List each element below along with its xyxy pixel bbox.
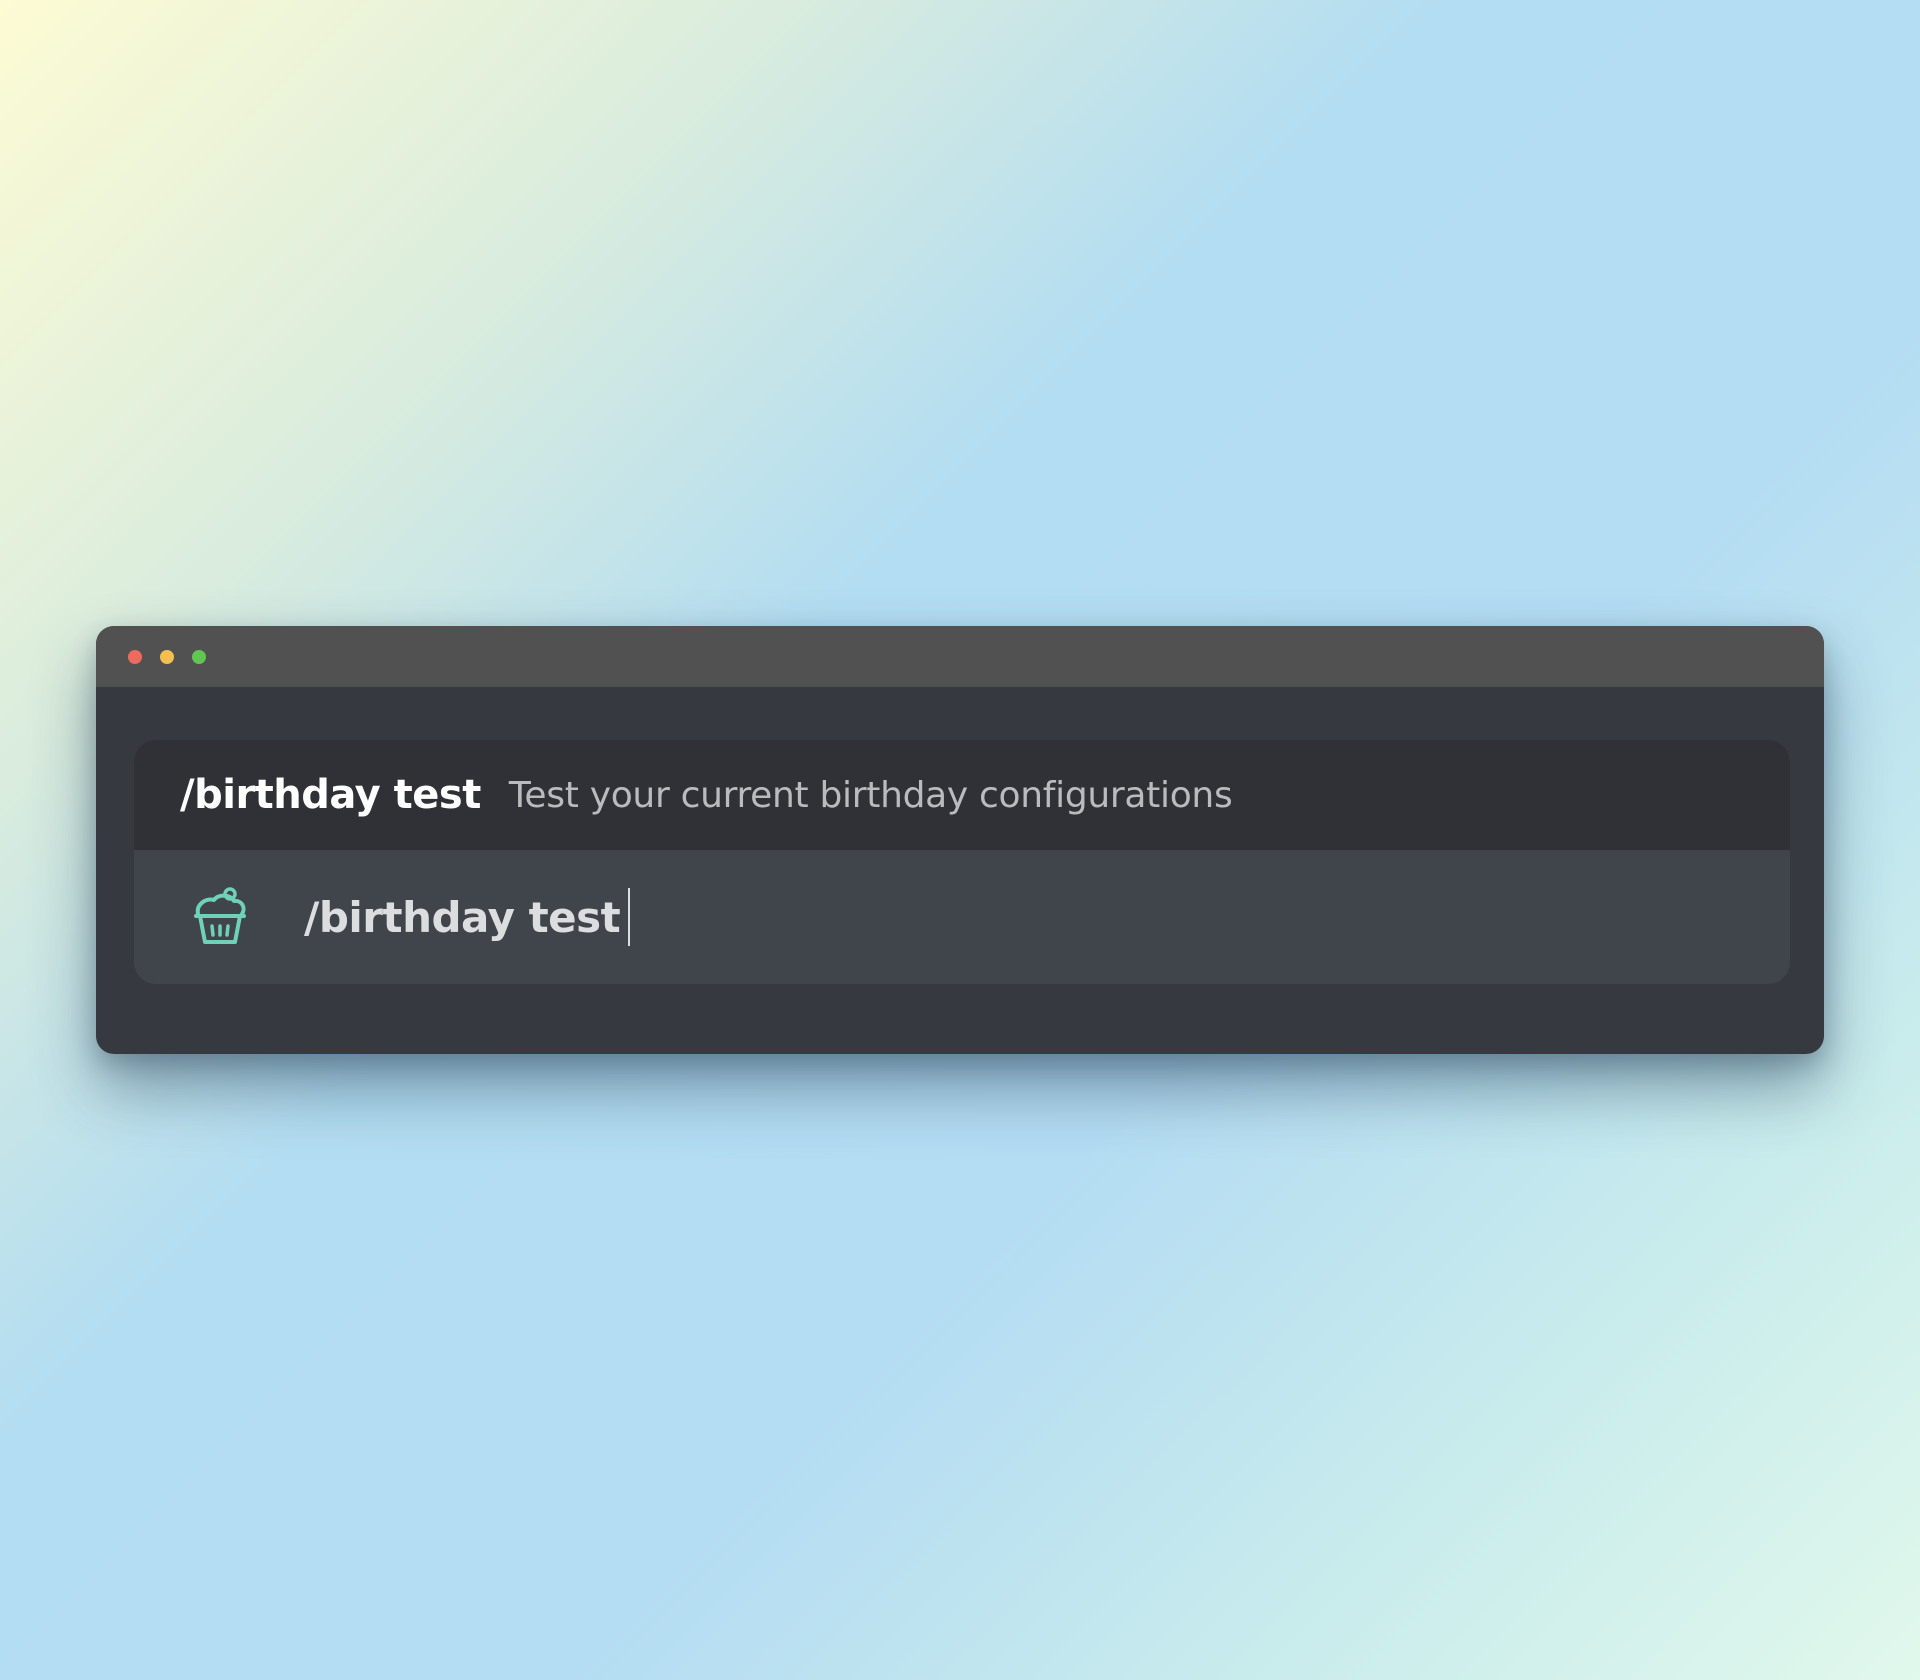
suggestion-command-name: /birthday test bbox=[180, 772, 481, 818]
text-caret bbox=[628, 888, 631, 946]
command-panel: /birthday test Test your current birthda… bbox=[134, 740, 1790, 984]
app-window: /birthday test Test your current birthda… bbox=[96, 626, 1824, 1054]
zoom-window-button[interactable] bbox=[192, 650, 206, 664]
minimize-window-button[interactable] bbox=[160, 650, 174, 664]
suggestion-command-description: Test your current birthday configuration… bbox=[508, 774, 1233, 816]
cupcake-icon bbox=[194, 887, 246, 944]
window-titlebar bbox=[96, 626, 1824, 687]
message-input-text: /birthday test bbox=[304, 892, 621, 942]
close-window-button[interactable] bbox=[128, 650, 142, 664]
message-input[interactable]: /birthday test bbox=[134, 850, 1790, 984]
command-suggestion[interactable]: /birthday test Test your current birthda… bbox=[134, 740, 1790, 850]
